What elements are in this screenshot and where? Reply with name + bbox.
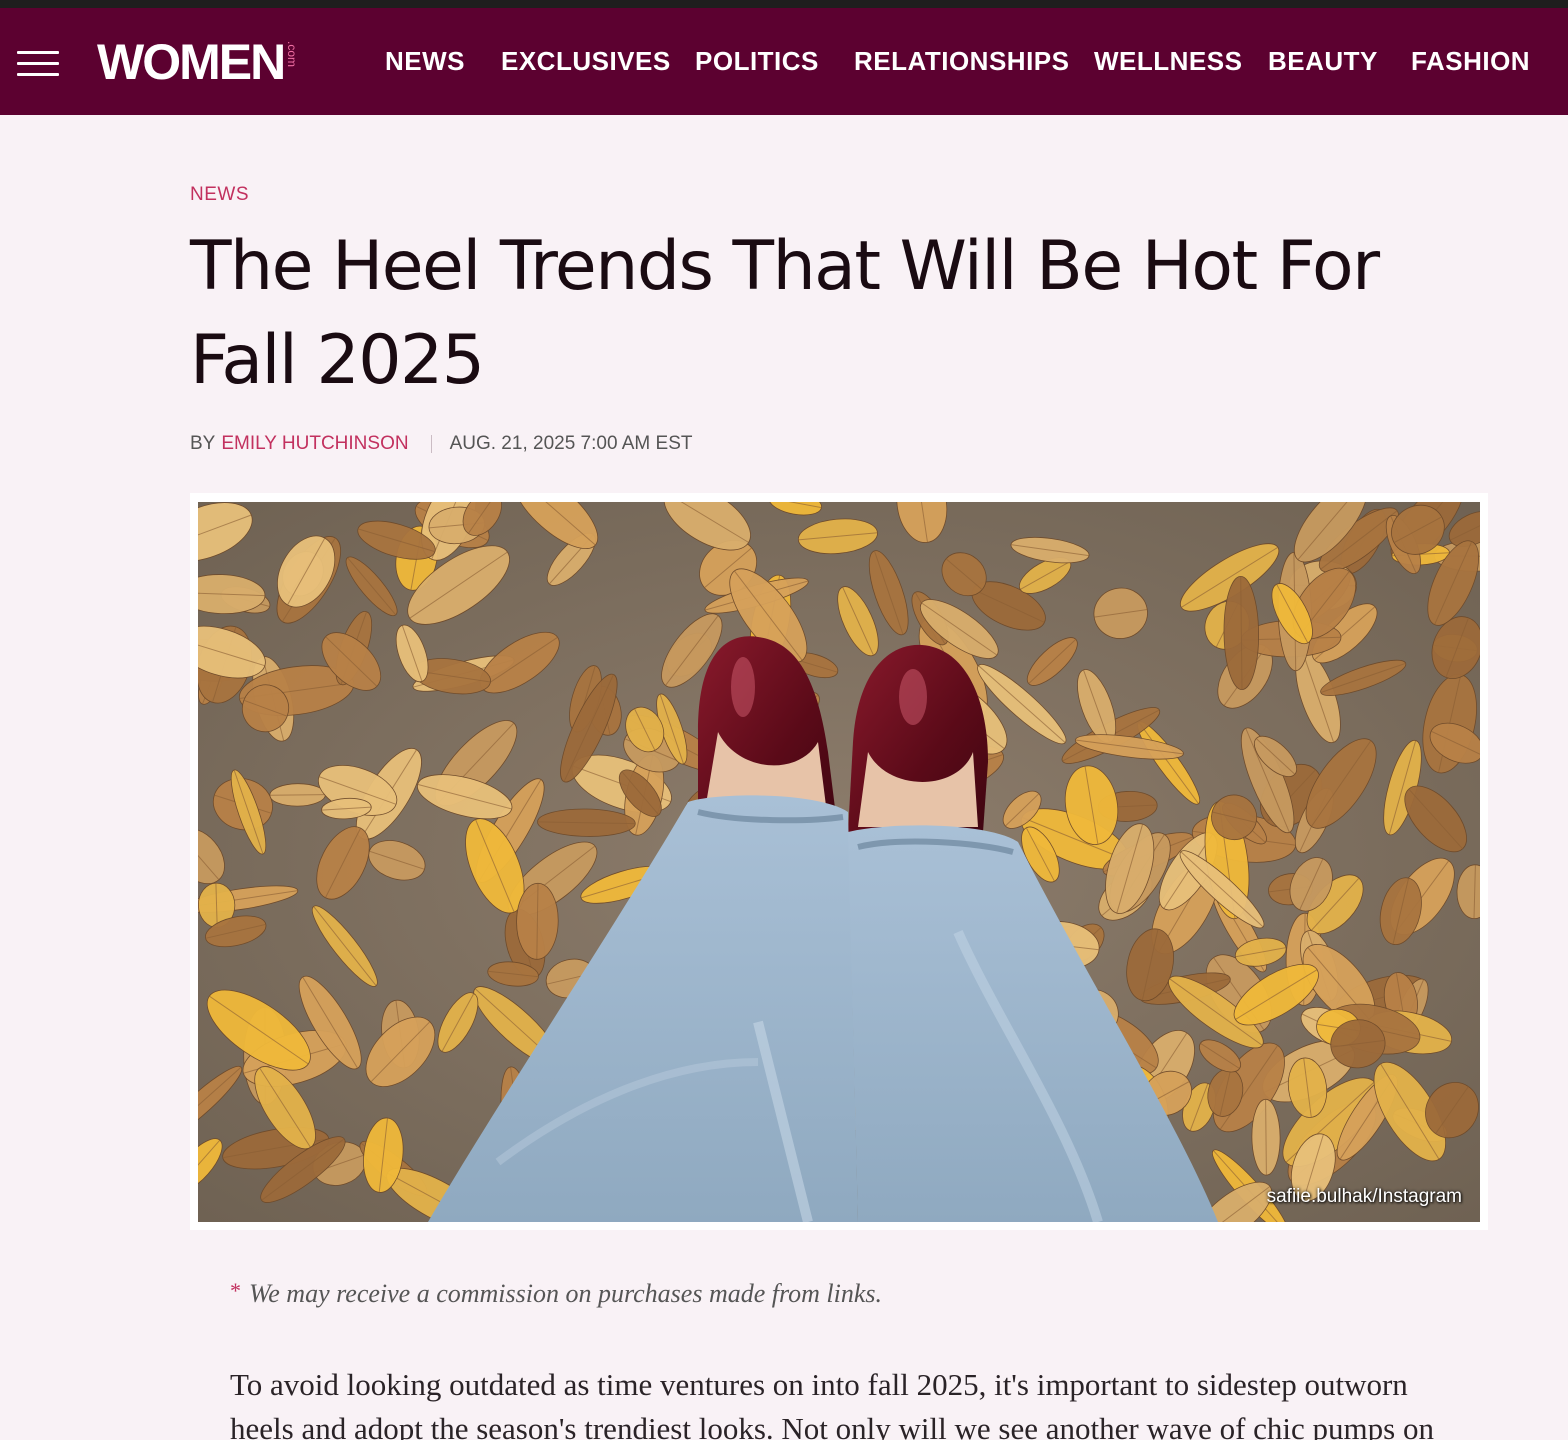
byline-divider — [430, 435, 432, 453]
logo-suffix: .com — [285, 41, 300, 68]
publish-date: AUG. 21, 2025 7:00 AM EST — [449, 433, 693, 454]
nav-wellness[interactable]: WELLNESS — [1094, 8, 1242, 115]
nav-relationships[interactable]: RELATIONSHIPS — [854, 8, 1069, 115]
article-body-paragraph: To avoid looking outdated as time ventur… — [230, 1367, 1434, 1440]
nav-fashion[interactable]: FASHION — [1411, 8, 1530, 115]
nav-news[interactable]: NEWS — [385, 8, 465, 115]
menu-icon[interactable] — [17, 51, 59, 77]
byline-prefix: BY — [190, 433, 216, 454]
article-page: WOMEN .com NEWS EXCLUSIVES POLITICS RELA… — [0, 8, 1568, 1440]
nav-exclusives[interactable]: EXCLUSIVES — [501, 8, 671, 115]
site-logo[interactable]: WOMEN .com — [97, 34, 300, 90]
nav-beauty[interactable]: BEAUTY — [1268, 8, 1378, 115]
article-byline: BY EMILY HUTCHINSON AUG. 21, 2025 7:00 A… — [190, 431, 693, 457]
article-title: The Heel Trends That Will Be Hot For Fal… — [190, 227, 1380, 400]
site-header: WOMEN .com NEWS EXCLUSIVES POLITICS RELA… — [0, 8, 1568, 115]
article-section-link[interactable]: NEWS — [190, 184, 249, 206]
hero-image: safiie.bulhak/Instagram — [198, 502, 1480, 1222]
nav-politics[interactable]: POLITICS — [695, 8, 819, 115]
hero-figure: safiie.bulhak/Instagram — [190, 493, 1488, 1230]
author-link[interactable]: EMILY HUTCHINSON — [221, 433, 408, 455]
asterisk-icon: * — [230, 1278, 241, 1303]
affiliate-disclaimer: * We may receive a commission on purchase… — [230, 1278, 882, 1309]
logo-wordmark: WOMEN — [97, 34, 286, 90]
disclaimer-text: We may receive a commission on purchases… — [249, 1279, 883, 1308]
image-credit: safiie.bulhak/Instagram — [1266, 1186, 1462, 1207]
